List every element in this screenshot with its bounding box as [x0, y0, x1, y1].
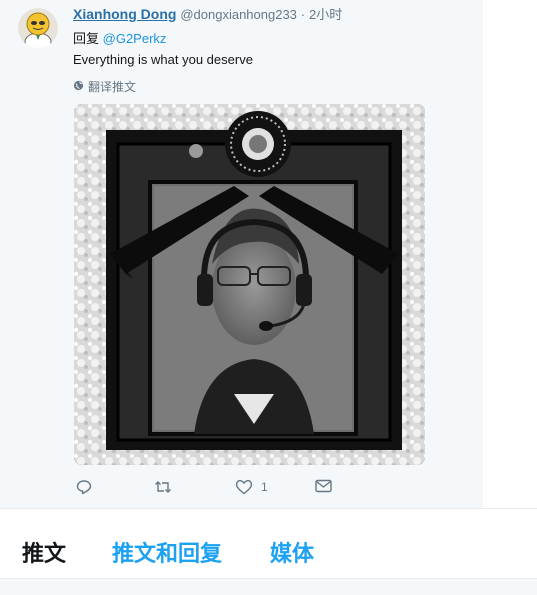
tweet-photo[interactable] — [74, 104, 425, 465]
reply-context: 回复 @G2Perkz — [73, 28, 166, 47]
tab-tweets-and-replies[interactable]: 推文和回复 — [112, 536, 222, 568]
profile-tabs: 推文 推文和回复 媒体 — [0, 518, 537, 578]
heart-icon — [235, 479, 253, 495]
reply-button[interactable] — [76, 479, 92, 495]
reply-prefix: 回复 — [73, 31, 100, 46]
tweet-header: Xianhong Dong @dongxianhong233 · 2小时 — [73, 4, 342, 23]
reply-mention-link[interactable]: @G2Perkz — [103, 31, 167, 46]
next-tweet-preview — [0, 578, 537, 595]
avatar[interactable] — [18, 8, 58, 48]
reply-icon — [76, 479, 92, 495]
tab-tweets[interactable]: 推文 — [22, 536, 66, 568]
separator-dot: · — [300, 7, 306, 22]
tab-media[interactable]: 媒体 — [270, 536, 314, 568]
tweet-text: Everything is what you deserve — [73, 52, 253, 67]
timestamp[interactable]: 2小时 — [309, 7, 342, 22]
envelope-icon — [315, 479, 332, 493]
user-handle[interactable]: @dongxianhong233 — [180, 7, 297, 22]
divider — [0, 508, 537, 509]
retweet-button[interactable] — [154, 479, 172, 495]
tweet-card[interactable]: Xianhong Dong @dongxianhong233 · 2小时 回复 … — [0, 0, 483, 508]
translate-label: 翻译推文 — [88, 80, 137, 94]
like-button[interactable]: 1 — [235, 479, 268, 495]
like-count: 1 — [261, 480, 268, 494]
globe-icon — [73, 80, 84, 94]
direct-message-button[interactable] — [315, 479, 332, 493]
retweet-icon — [154, 479, 172, 495]
translate-tweet-link[interactable]: 翻译推文 — [73, 78, 136, 95]
tweet-actions: 1 — [73, 479, 373, 501]
display-name[interactable]: Xianhong Dong — [73, 6, 176, 22]
